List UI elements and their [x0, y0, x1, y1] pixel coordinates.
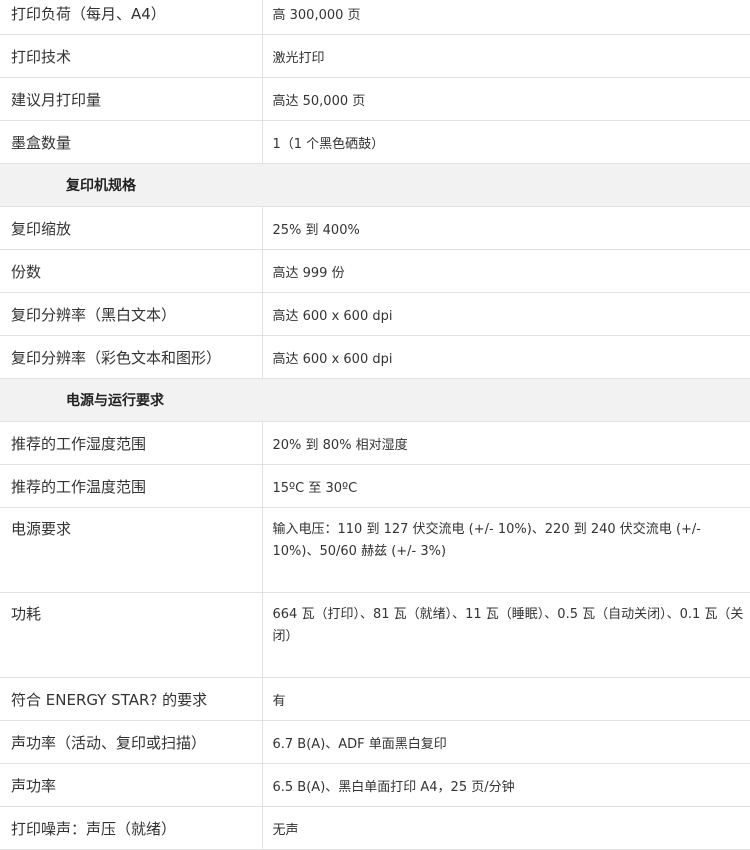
spec-label: 电源要求 [0, 507, 263, 593]
spec-value: 输入电压：110 到 127 伏交流电 (+/- 10%)、220 到 240 … [262, 507, 750, 593]
spec-value: 无声 [262, 806, 750, 850]
spec-row-temperature-range: 推荐的工作温度范围 15ºC 至 30ºC [0, 464, 750, 508]
spec-row-copy-resolution-color: 复印分辨率（彩色文本和图形） 高达 600 x 600 dpi [0, 335, 750, 379]
spec-row-print-duty-cycle: 打印负荷（每月、A4） 高 300,000 页 [0, 0, 750, 35]
spec-row-copy-resize: 复印缩放 25% 到 400% [0, 206, 750, 250]
spec-value: 6.7 B(A)、ADF 单面黑白复印 [262, 720, 750, 764]
spec-value: 15ºC 至 30ºC [262, 464, 750, 508]
spec-row-humidity-range: 推荐的工作湿度范围 20% 到 80% 相对湿度 [0, 421, 750, 465]
spec-label: 复印分辨率（黑白文本） [0, 292, 263, 336]
section-header-power: 电源与运行要求 [0, 378, 750, 422]
spec-row-energy-star: 符合 ENERGY STAR? 的要求 有 [0, 677, 750, 721]
spec-value: 1（1 个黑色硒鼓） [262, 120, 750, 164]
spec-value: 6.5 B(A)、黑白单面打印 A4，25 页/分钟 [262, 763, 750, 807]
spec-row-acoustic-power: 声功率 6.5 B(A)、黑白单面打印 A4，25 页/分钟 [0, 763, 750, 807]
spec-label: 打印技术 [0, 34, 263, 78]
spec-row-recommended-volume: 建议月打印量 高达 50,000 页 [0, 77, 750, 121]
spec-label: 打印负荷（每月、A4） [0, 0, 263, 35]
section-title: 电源与运行要求 [0, 378, 750, 422]
section-title: 复印机规格 [0, 163, 750, 207]
spec-table: 打印负荷（每月、A4） 高 300,000 页 打印技术 激光打印 建议月打印量… [0, 0, 750, 850]
spec-row-acoustic-power-active: 声功率（活动、复印或扫描） 6.7 B(A)、ADF 单面黑白复印 [0, 720, 750, 764]
spec-label: 推荐的工作温度范围 [0, 464, 263, 508]
spec-row-copy-resolution-bw: 复印分辨率（黑白文本） 高达 600 x 600 dpi [0, 292, 750, 336]
spec-value: 664 瓦（打印）、81 瓦（就绪）、11 瓦（睡眠）、0.5 瓦（自动关闭）、… [262, 592, 750, 678]
spec-label: 声功率 [0, 763, 263, 807]
spec-label: 打印噪声：声压（就绪） [0, 806, 263, 850]
spec-row-copies: 份数 高达 999 份 [0, 249, 750, 293]
spec-value: 25% 到 400% [262, 206, 750, 250]
spec-label: 声功率（活动、复印或扫描） [0, 720, 263, 764]
spec-label: 墨盒数量 [0, 120, 263, 164]
spec-value: 有 [262, 677, 750, 721]
spec-value: 20% 到 80% 相对湿度 [262, 421, 750, 465]
spec-value: 高达 999 份 [262, 249, 750, 293]
spec-value: 高达 600 x 600 dpi [262, 335, 750, 379]
spec-value: 高达 50,000 页 [262, 77, 750, 121]
spec-row-acoustic-pressure-ready: 打印噪声：声压（就绪） 无声 [0, 806, 750, 850]
spec-row-print-technology: 打印技术 激光打印 [0, 34, 750, 78]
spec-value: 高 300,000 页 [262, 0, 750, 35]
spec-row-power-consumption: 功耗 664 瓦（打印）、81 瓦（就绪）、11 瓦（睡眠）、0.5 瓦（自动关… [0, 592, 750, 678]
spec-label: 复印缩放 [0, 206, 263, 250]
spec-row-power-requirements: 电源要求 输入电压：110 到 127 伏交流电 (+/- 10%)、220 到… [0, 507, 750, 593]
spec-label: 复印分辨率（彩色文本和图形） [0, 335, 263, 379]
spec-label: 功耗 [0, 592, 263, 678]
spec-label: 推荐的工作湿度范围 [0, 421, 263, 465]
spec-label: 份数 [0, 249, 263, 293]
spec-row-cartridge-count: 墨盒数量 1（1 个黑色硒鼓） [0, 120, 750, 164]
spec-label: 符合 ENERGY STAR? 的要求 [0, 677, 263, 721]
spec-label: 建议月打印量 [0, 77, 263, 121]
spec-value: 高达 600 x 600 dpi [262, 292, 750, 336]
spec-value: 激光打印 [262, 34, 750, 78]
section-header-copier: 复印机规格 [0, 163, 750, 207]
